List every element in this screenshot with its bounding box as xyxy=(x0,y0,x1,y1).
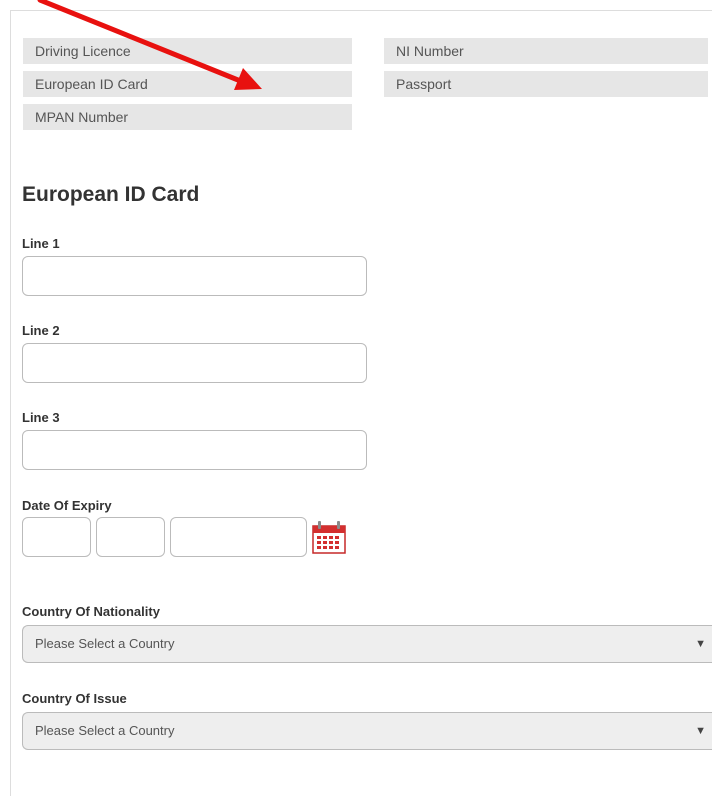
issue-select-value: Please Select a Country xyxy=(35,723,175,738)
id-type-driving-licence[interactable]: Driving Licence xyxy=(23,38,352,64)
id-type-mpan-number[interactable]: MPAN Number xyxy=(23,104,352,130)
section-title: European ID Card xyxy=(22,183,200,206)
line1-label: Line 1 xyxy=(22,236,60,251)
nationality-select-value: Please Select a Country xyxy=(35,636,175,651)
line3-input[interactable] xyxy=(22,430,367,470)
expiry-year-input[interactable] xyxy=(170,517,307,557)
expiry-month-input[interactable] xyxy=(96,517,165,557)
expiry-day-input[interactable] xyxy=(22,517,91,557)
dropdown-caret-icon: ▼ xyxy=(695,638,706,650)
expiry-label: Date Of Expiry xyxy=(22,498,112,513)
dropdown-caret-icon: ▼ xyxy=(695,725,706,737)
nationality-select[interactable]: Please Select a Country ▼ xyxy=(22,625,712,663)
line2-input[interactable] xyxy=(22,343,367,383)
line2-label: Line 2 xyxy=(22,323,60,338)
issue-select[interactable]: Please Select a Country ▼ xyxy=(22,712,712,750)
line3-label: Line 3 xyxy=(22,410,60,425)
id-type-european-id-card[interactable]: European ID Card xyxy=(23,71,352,97)
line1-input[interactable] xyxy=(22,256,367,296)
nationality-label: Country Of Nationality xyxy=(22,604,160,619)
id-type-ni-number[interactable]: NI Number xyxy=(384,38,708,64)
id-type-passport[interactable]: Passport xyxy=(384,71,708,97)
calendar-icon[interactable] xyxy=(311,520,347,554)
issue-label: Country Of Issue xyxy=(22,691,127,706)
